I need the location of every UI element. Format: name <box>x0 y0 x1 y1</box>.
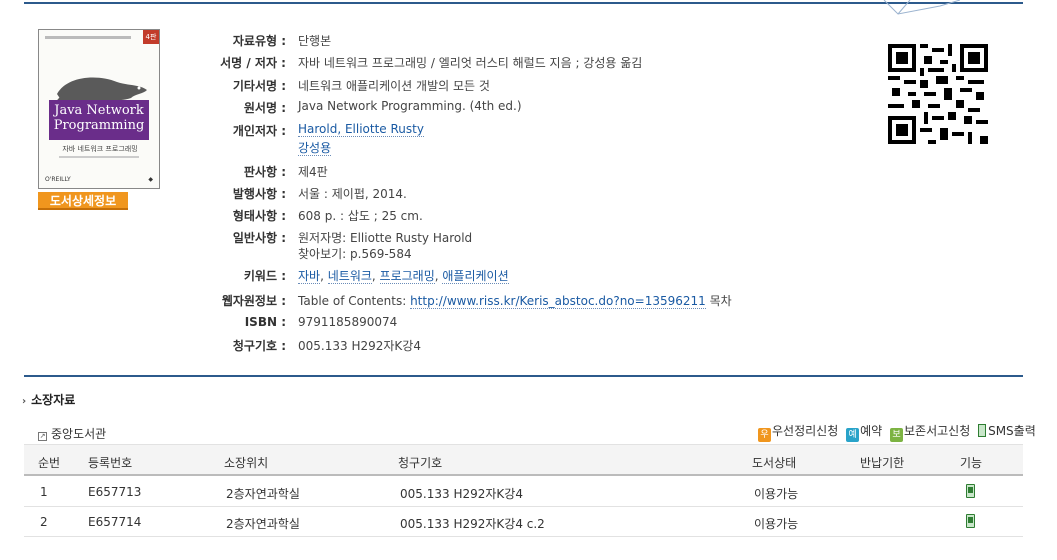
qr-code-icon[interactable] <box>888 44 988 144</box>
keyword-link[interactable]: 애플리케이션 <box>442 269 509 284</box>
field-value: 자바 네트워크 프로그래밍 / 엘리엇 러스티 해럴드 지음 ; 강성용 옮김 <box>298 56 643 70</box>
author-link-harold[interactable]: Harold, Elliotte Rusty <box>298 122 424 137</box>
chevron-right-icon: › <box>22 396 27 407</box>
reservation-button[interactable]: 예 예약 <box>846 424 882 442</box>
keyword-link[interactable]: 프로그래밍 <box>379 269 435 284</box>
storage-request-button[interactable]: 보 보존서고신청 <box>890 424 970 442</box>
holdings-section-title: › 소장자료 <box>22 393 76 407</box>
web-resource-prefix: Table of Contents: <box>298 294 407 308</box>
cover-edition-badge: 4판 <box>143 30 159 44</box>
web-resource-suffix: 목차 <box>709 294 732 308</box>
field-label: 자료유형 : <box>232 34 286 48</box>
priority-processing-request-button[interactable]: 우 우선정리신청 <box>758 424 838 442</box>
field-label: 개인저자 : <box>232 124 286 138</box>
field-value: 제4판 <box>298 165 328 179</box>
field-value-2: 찾아보기: p.569-584 <box>298 247 412 261</box>
top-divider <box>24 2 1023 4</box>
toc-link[interactable]: http://www.riss.kr/Keris_abstoc.do?no=13… <box>410 294 706 309</box>
section-divider <box>24 375 1023 377</box>
call-number: 005.133 H292자K강4 c.2 <box>400 517 545 531</box>
column-header: 소장위치 <box>224 456 269 470</box>
library-name[interactable]: ↗ 중앙도서관 <box>38 425 106 442</box>
holdings-actions: 우 우선정리신청 예 예약 보 보존서고신청 SMS출력 <box>758 422 1040 442</box>
field-label: 형태사항 : <box>232 209 286 223</box>
location: 2층자연과학실 <box>226 517 300 531</box>
reserve-badge-icon: 예 <box>846 428 860 442</box>
field-value: 005.133 H292자K강4 <box>298 339 421 353</box>
field-label: 웹자원정보 : <box>221 294 286 308</box>
external-link-icon: ↗ <box>38 432 47 441</box>
book-status: 이용가능 <box>754 487 799 501</box>
field-value: 서울 : 제이펍, 2014. <box>298 187 407 201</box>
call-number: 005.133 H292자K강4 <box>400 487 523 501</box>
field-label: 발행사항 : <box>232 187 286 201</box>
row-number: 2 <box>40 515 48 529</box>
field-label: 서명 / 저자 : <box>220 56 286 70</box>
keyword-link[interactable]: 자바 <box>298 269 321 284</box>
field-label: 키워드 : <box>243 269 286 283</box>
mobile-phone-icon <box>978 424 987 437</box>
column-header: 등록번호 <box>88 456 133 470</box>
field-value: 원저자명: Elliotte Rusty Harold <box>298 231 473 245</box>
author-link-kang[interactable]: 강성용 <box>298 141 332 156</box>
cover-translator-logo: ◆ <box>148 176 153 183</box>
column-header: 순번 <box>38 456 61 470</box>
field-value: Java Network Programming. (4th ed.) <box>298 99 522 113</box>
field-value: 608 p. : 삽도 ; 25 cm. <box>298 209 423 223</box>
book-status: 이용가능 <box>754 517 799 531</box>
table-row: 2 E657714 2층자연과학실 005.133 H292자K강4 c.2 이… <box>24 507 1023 537</box>
field-label: 일반사항 : <box>232 231 286 245</box>
row-number: 1 <box>40 485 48 499</box>
field-label: 청구기호 : <box>232 339 286 353</box>
sms-phone-icon[interactable] <box>966 484 975 498</box>
cover-header-bar <box>45 36 131 39</box>
cover-title: Java Network Programming <box>49 100 149 140</box>
field-label: 판사항 : <box>243 165 286 179</box>
cover-subtitle: 자바 네트워크 프로그래밍 <box>62 145 138 153</box>
column-header: 반납기한 <box>860 456 905 470</box>
table-row: 1 E657713 2층자연과학실 005.133 H292자K강4 이용가능 <box>24 477 1023 507</box>
keyword-link[interactable]: 네트워크 <box>327 269 372 284</box>
field-label: 원서명 : <box>243 101 286 115</box>
field-label: ISBN : <box>244 315 286 329</box>
holdings-table-header: 순번 등록번호 소장위치 청구기호 도서상태 반납기한 기능 <box>24 444 1023 476</box>
registration-number: E657713 <box>88 485 142 499</box>
book-detail-button[interactable]: 도서상세정보 <box>38 192 128 210</box>
decorative-lines <box>883 0 960 15</box>
field-label: 기타서명 : <box>232 79 286 93</box>
field-value: 단행본 <box>298 34 332 48</box>
field-value: 9791185890074 <box>298 315 398 329</box>
cover-publisher: O'REILLY <box>45 176 71 183</box>
column-header: 기능 <box>960 456 983 470</box>
field-value: 네트워크 애플리케이션 개발의 모든 것 <box>298 79 490 93</box>
location: 2층자연과학실 <box>226 487 300 501</box>
column-header: 청구기호 <box>398 456 443 470</box>
cover-author-line <box>59 156 139 158</box>
storage-badge-icon: 보 <box>890 428 903 442</box>
book-cover-image[interactable]: 4판 Java Network Programming 자바 네트워크 프로그래… <box>38 29 160 189</box>
column-header: 도서상태 <box>752 456 797 470</box>
priority-badge-icon: 우 <box>758 428 771 442</box>
sms-print-button[interactable]: SMS출력 <box>978 424 1036 438</box>
registration-number: E657714 <box>88 515 142 529</box>
sms-phone-icon[interactable] <box>966 514 975 528</box>
